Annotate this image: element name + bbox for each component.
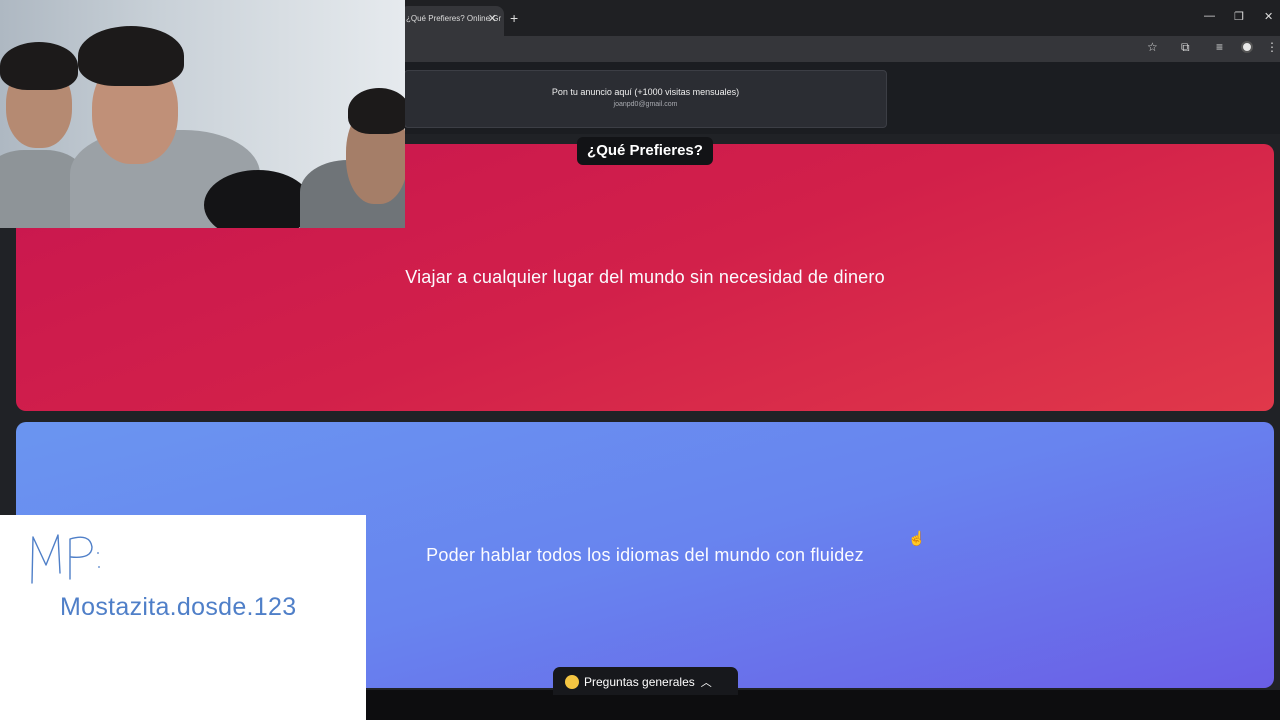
hand-cursor-icon: ☝ bbox=[908, 530, 926, 546]
screen: ¿Qué Prefieres? Online Gr ✕ + — ❐ ✕ ☆ ⧉ … bbox=[0, 0, 1280, 720]
option-b-text: Poder hablar todos los idiomas del mundo… bbox=[426, 544, 864, 565]
chevron-up-icon: ︿ bbox=[700, 677, 712, 689]
media-controls-icon[interactable]: ≡ bbox=[1216, 40, 1223, 54]
window-close-icon[interactable]: ✕ bbox=[1264, 10, 1273, 23]
restore-icon[interactable]: ❐ bbox=[1234, 10, 1244, 23]
handwritten-mp-label bbox=[31, 534, 100, 584]
webcam-overlay bbox=[0, 0, 405, 228]
person-left-hair bbox=[0, 42, 78, 90]
game-title: ¿Qué Prefieres? bbox=[577, 137, 713, 165]
browser-tab[interactable]: ¿Qué Prefieres? Online Gr ✕ bbox=[400, 6, 504, 36]
minimize-icon[interactable]: — bbox=[1204, 10, 1215, 22]
ad-title: Pon tu anuncio aquí (+1000 visitas mensu… bbox=[551, 87, 740, 97]
bookmark-star-icon[interactable]: ☆ bbox=[1147, 40, 1158, 54]
option-a-text: Viajar a cualquier lugar del mundo sin n… bbox=[405, 267, 885, 287]
profile-avatar-icon[interactable] bbox=[1241, 41, 1253, 53]
extensions-icon[interactable]: ⧉ bbox=[1181, 40, 1190, 55]
ad-email: joanpd0@gmail.com bbox=[613, 101, 678, 108]
donation-alias: Mostazita.dosde.123 bbox=[60, 593, 297, 621]
person-center-hair bbox=[78, 26, 184, 86]
ad-banner[interactable]: Pon tu anuncio aquí (+1000 visitas mensu… bbox=[404, 70, 887, 128]
person-right-hair bbox=[348, 88, 405, 134]
tab-close-icon[interactable]: ✕ bbox=[488, 12, 497, 25]
tongue-face-emoji-icon bbox=[565, 675, 579, 689]
new-tab-icon[interactable]: + bbox=[510, 10, 518, 26]
browser-menu-icon[interactable]: ⋮ bbox=[1266, 40, 1278, 54]
category-selector[interactable]: Preguntas generales ︿ bbox=[553, 667, 738, 695]
category-label: Preguntas generales bbox=[584, 675, 695, 689]
donation-overlay: Mostazita.dosde.123 bbox=[0, 515, 366, 720]
